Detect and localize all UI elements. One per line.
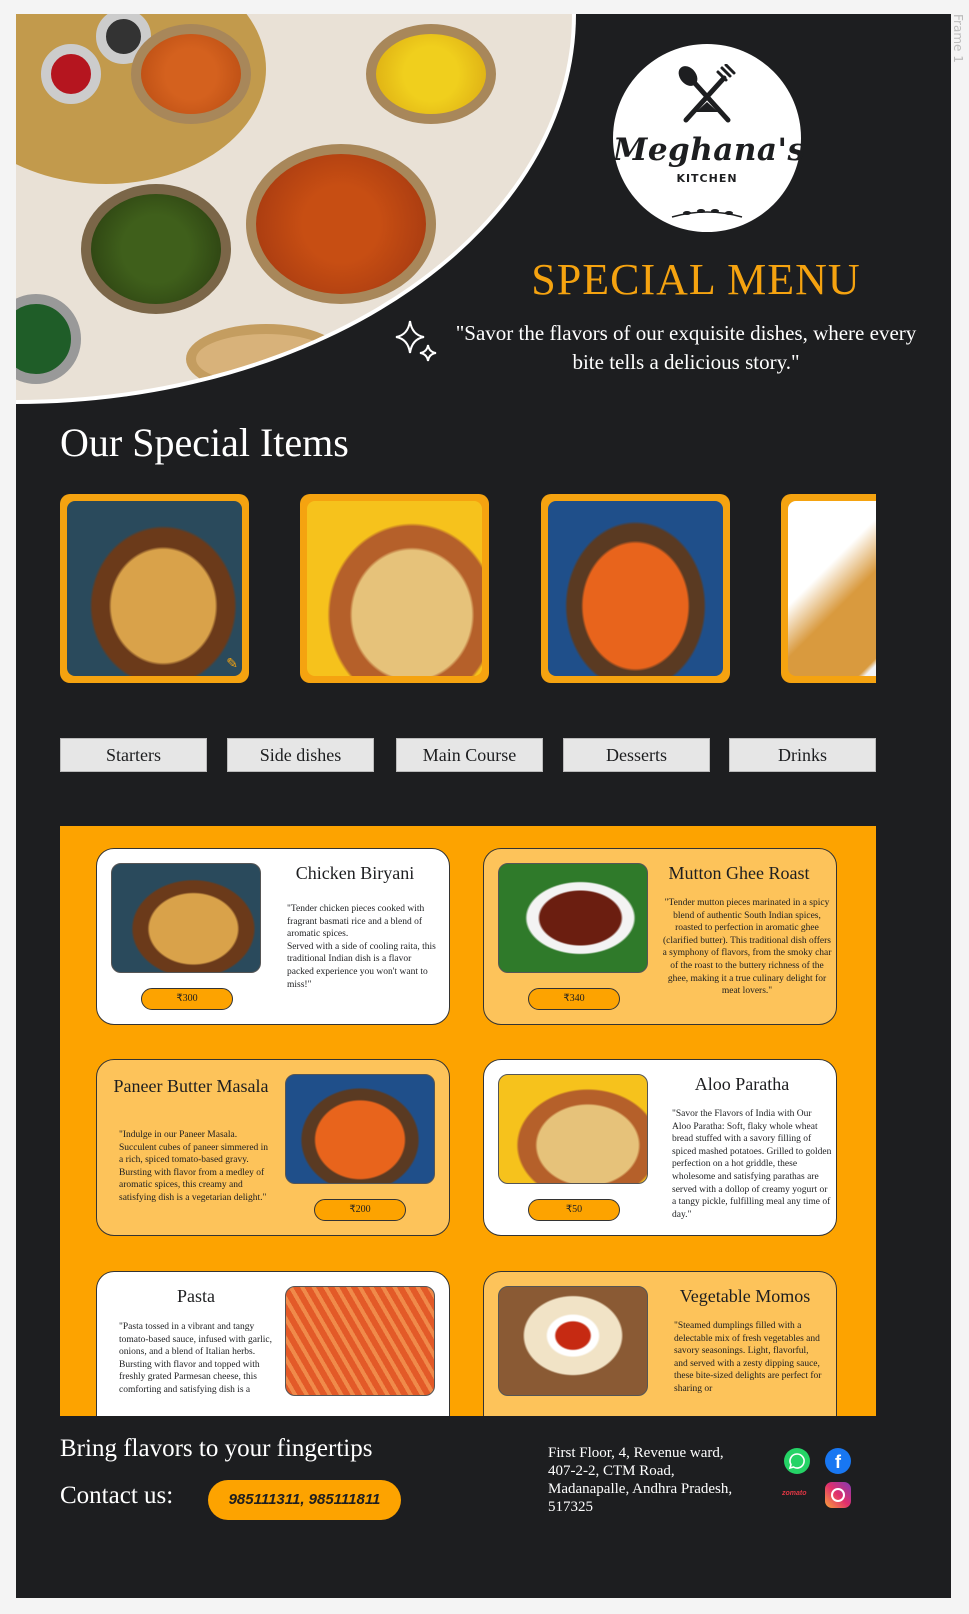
zomato-icon[interactable]: zomato xyxy=(782,1490,807,1497)
dish-image xyxy=(498,1286,648,1396)
dish-name: Pasta xyxy=(177,1286,215,1306)
special-menu-title: SPECIAL MENU xyxy=(531,255,861,304)
price-tag[interactable]: ₹340 xyxy=(528,988,620,1010)
special-items-carousel[interactable]: ✎ xyxy=(60,494,876,684)
menu-panel[interactable]: Chicken Biryani "Tender chicken pieces c… xyxy=(60,826,876,1416)
price-tag[interactable]: ₹200 xyxy=(314,1199,406,1221)
brand-name: Meghana's xyxy=(613,132,806,168)
menu-card-vegetable-momos[interactable]: Vegetable Momos "Steamed dumplings fille… xyxy=(483,1271,837,1416)
category-tabs: Starters Side dishes Main Course Dessert… xyxy=(60,738,876,772)
dish-name: Mutton Ghee Roast xyxy=(668,863,810,883)
address: First Floor, 4, Revenue ward, 407-2-2, C… xyxy=(548,1445,733,1515)
special-item-biryani[interactable]: ✎ xyxy=(60,494,249,683)
edit-icon[interactable]: ✎ xyxy=(226,656,238,672)
phone-numbers-button[interactable]: 985111311, 985111811 xyxy=(208,1480,401,1520)
whatsapp-icon[interactable] xyxy=(784,1448,810,1474)
dish-description: "Pasta tossed in a vibrant and tangy tom… xyxy=(119,1322,273,1395)
dish-name: Paneer Butter Masala xyxy=(113,1076,269,1096)
dish-image xyxy=(498,1074,648,1184)
tab-drinks[interactable]: Drinks xyxy=(729,738,876,772)
dish-description: "Steamed dumplings filled with a delecta… xyxy=(674,1321,822,1394)
menu-card-chicken-biryani[interactable]: Chicken Biryani "Tender chicken pieces c… xyxy=(96,848,450,1025)
special-items-heading: Our Special Items xyxy=(60,420,349,465)
menu-poster: Meghana's KITCHEN SPECIAL MENU "Savor th… xyxy=(16,14,951,1598)
dish-description: "Tender mutton pieces marinated in a spi… xyxy=(662,898,832,997)
menu-card-paneer-butter-masala[interactable]: Paneer Butter Masala "Indulge in our Pan… xyxy=(96,1059,450,1236)
brand-sub: KITCHEN xyxy=(676,172,738,185)
dish-description: "Savor the Flavors of India with Our Alo… xyxy=(672,1109,832,1220)
dish-name: Vegetable Momos xyxy=(679,1286,811,1306)
dish-image xyxy=(498,863,648,973)
tab-main-course[interactable]: Main Course xyxy=(396,738,543,772)
brand-logo: Meghana's KITCHEN xyxy=(613,44,806,232)
footer-slogan: Bring flavors to your fingertips xyxy=(60,1435,373,1462)
menu-card-aloo-paratha[interactable]: Aloo Paratha "Savor the Flavors of India… xyxy=(483,1059,837,1236)
tab-desserts[interactable]: Desserts xyxy=(563,738,710,772)
contact-label: Contact us: xyxy=(60,1482,174,1509)
tab-side-dishes[interactable]: Side dishes xyxy=(227,738,374,772)
frame-label: Frame 1 xyxy=(951,14,965,63)
leaf-ornament-icon xyxy=(671,209,743,218)
dish-image xyxy=(111,863,261,973)
dish-description: "Indulge in our Paneer Masala. Succulent… xyxy=(119,1130,269,1203)
tab-starters[interactable]: Starters xyxy=(60,738,207,772)
dish-name: Aloo Paratha xyxy=(694,1074,790,1094)
hero-tagline: "Savor the flavors of our exquisite dish… xyxy=(455,321,917,374)
menu-card-mutton-ghee-roast[interactable]: Mutton Ghee Roast "Tender mutton pieces … xyxy=(483,848,837,1025)
instagram-icon[interactable] xyxy=(825,1482,851,1508)
price-tag[interactable]: ₹300 xyxy=(141,988,233,1010)
dish-image xyxy=(285,1286,435,1396)
dish-name: Chicken Biryani xyxy=(295,863,415,883)
dish-image xyxy=(285,1074,435,1184)
menu-card-pasta[interactable]: Pasta "Pasta tossed in a vibrant and tan… xyxy=(96,1271,450,1416)
price-tag[interactable]: ₹50 xyxy=(528,1199,620,1221)
facebook-icon[interactable]: f xyxy=(825,1448,851,1474)
sparkle-icon xyxy=(395,320,437,362)
special-item-samosa[interactable] xyxy=(781,494,876,683)
special-item-paratha[interactable] xyxy=(300,494,489,683)
special-item-paneer[interactable] xyxy=(541,494,730,683)
fork-spoon-icon xyxy=(678,63,736,123)
dish-description: "Tender chicken pieces cooked with fragr… xyxy=(287,904,436,990)
